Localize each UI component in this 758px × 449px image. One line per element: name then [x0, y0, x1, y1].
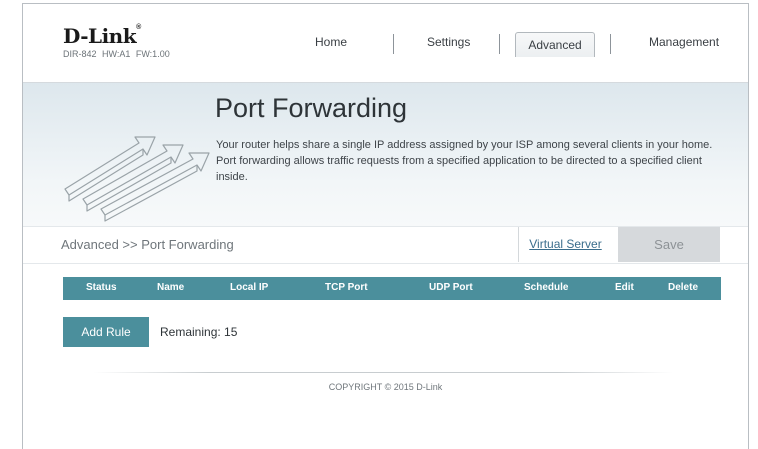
top-navigation-bar: D-Link® DIR-842 HW:A1 FW:1.00 Home Setti… — [23, 4, 748, 83]
router-admin-page: D-Link® DIR-842 HW:A1 FW:1.00 Home Setti… — [22, 3, 749, 449]
column-header-status: Status — [86, 282, 117, 293]
column-header-edit: Edit — [615, 282, 634, 293]
column-header-delete: Delete — [668, 282, 699, 293]
nav-advanced[interactable]: Advanced — [515, 32, 595, 57]
port-forward-arrows-icon — [64, 136, 210, 222]
nav-settings[interactable]: Settings — [427, 35, 470, 49]
copyright-text: COPYRIGHT © 2015 D-Link — [328, 382, 443, 392]
nav-separator — [393, 34, 394, 54]
nav-management[interactable]: Management — [649, 35, 719, 49]
column-header-udp-port: UDP Port — [429, 282, 473, 293]
add-rule-button[interactable]: Add Rule — [63, 317, 149, 347]
column-header-name: Name — [157, 282, 185, 293]
save-button[interactable]: Save — [618, 227, 720, 262]
sub-header-bar: Advanced >> Port Forwarding Virtual Serv… — [23, 226, 748, 264]
hardware-info: DIR-842 HW:A1 FW:1.00 — [63, 49, 170, 59]
nav-separator — [499, 34, 500, 54]
virtual-server-link[interactable]: Virtual Server — [518, 227, 612, 262]
remaining-count: Remaining: 15 — [160, 325, 238, 339]
dlink-logo: D-Link® — [63, 24, 141, 48]
column-header-local-ip: Local IP — [230, 282, 269, 293]
nav-separator — [610, 34, 611, 54]
column-header-tcp-port: TCP Port — [325, 282, 368, 293]
page-description: Your router helps share a single IP addr… — [216, 139, 713, 183]
footer-divider — [93, 372, 673, 373]
column-header-schedule: Schedule — [524, 282, 569, 293]
rules-table-header: Status Name Local IP TCP Port UDP Port S… — [63, 277, 721, 300]
breadcrumb: Advanced >> Port Forwarding — [61, 237, 234, 252]
page-banner: Port Forwarding Your router helps share … — [23, 83, 748, 226]
page-title: Port Forwarding — [215, 93, 408, 123]
nav-home[interactable]: Home — [315, 35, 347, 49]
